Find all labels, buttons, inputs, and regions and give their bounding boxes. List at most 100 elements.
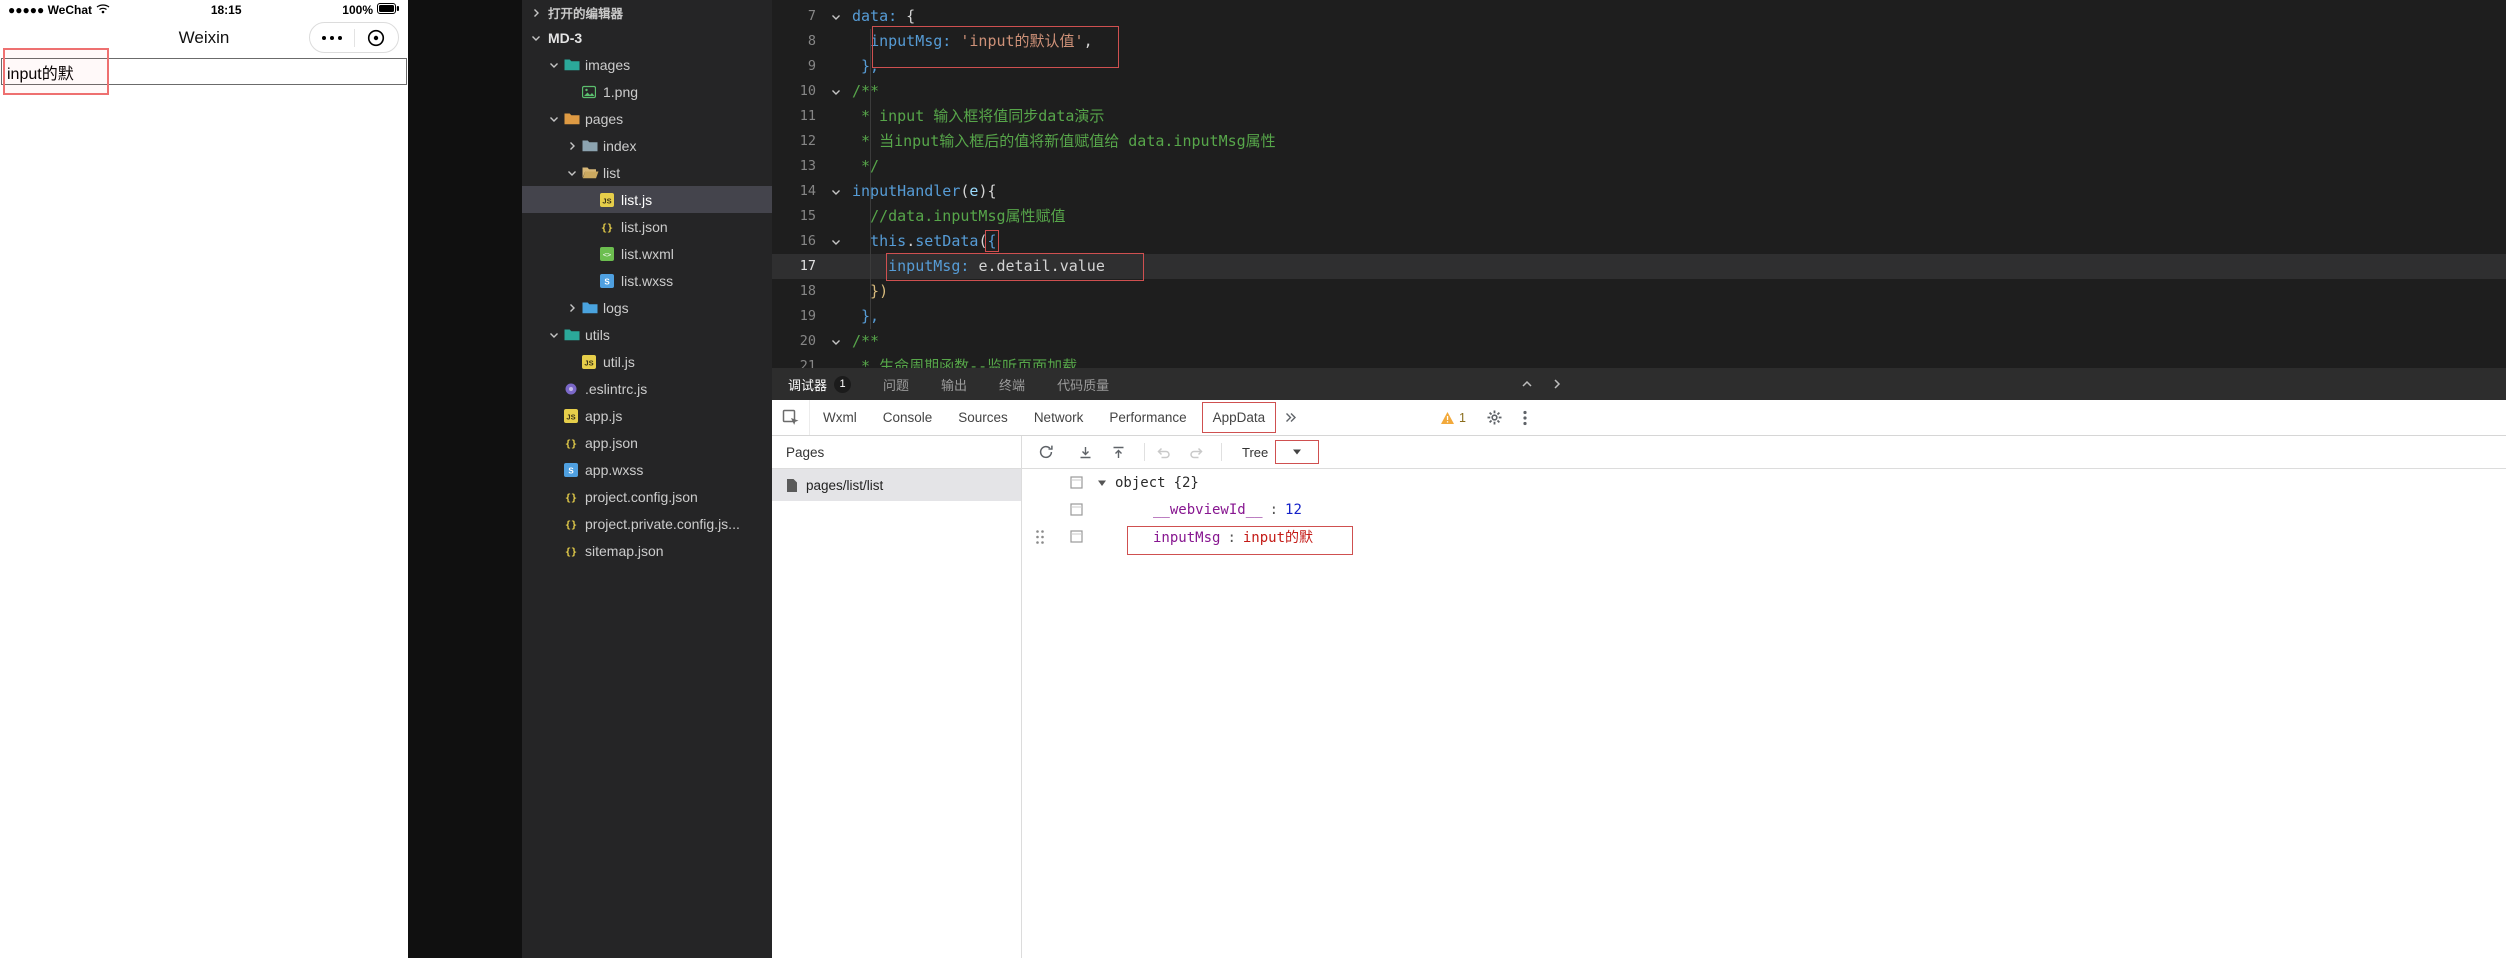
tree-item[interactable]: <>list.wxml [522,240,772,267]
collapse-all-icon[interactable] [1111,445,1126,460]
code-line-9[interactable]: 9 }, [772,54,2506,79]
line-number[interactable]: 18 [772,279,820,304]
devtools-tab-wxml[interactable]: Wxml [810,400,870,435]
tree-item[interactable]: JSapp.js [522,402,772,429]
chevron-right-icon[interactable] [530,7,546,19]
code-line-15[interactable]: 15 //data.inputMsg属性赋值 [772,204,2506,229]
line-number[interactable]: 13 [772,154,820,179]
tree-item[interactable]: index [522,132,772,159]
tree-item[interactable]: 1.png [522,78,772,105]
code-line-12[interactable]: 12 * 当input输入框后的值将新值赋值给 data.inputMsg属性 [772,129,2506,154]
line-number[interactable]: 21 [772,354,820,368]
tree-item[interactable]: Slist.wxss [522,267,772,294]
refresh-icon[interactable] [1038,444,1054,460]
demo-input-field[interactable] [1,58,407,85]
tree-item[interactable]: logs [522,294,772,321]
code-line-20[interactable]: 20/** [772,329,2506,354]
line-number[interactable]: 15 [772,204,820,229]
warnings-indicator[interactable]: 1 [1440,411,1466,425]
edit-value-icon[interactable] [1070,530,1083,543]
devtools-tab-sources[interactable]: Sources [945,400,1021,435]
tree-item[interactable]: {}app.json [522,429,772,456]
line-number[interactable]: 17 [772,254,820,279]
debugbar-tab-终端[interactable]: 终端 [983,368,1041,400]
devtools-tab-network[interactable]: Network [1021,400,1097,435]
chevron-right-icon[interactable] [566,302,582,314]
line-number[interactable]: 14 [772,179,820,204]
panel-chevron-right-icon[interactable] [1550,377,1564,391]
code-editor[interactable]: 7data: {8 inputMsg: 'input的默认值',9 },10/*… [772,0,2506,368]
more-tabs-icon[interactable] [1278,411,1303,424]
chevron-down-icon[interactable] [548,113,564,125]
tree-item[interactable]: {}project.private.config.js... [522,510,772,537]
tree-item[interactable]: list [522,159,772,186]
tree-item[interactable]: images [522,51,772,78]
line-number[interactable]: 20 [772,329,820,354]
fold-chevron-icon[interactable] [820,4,852,29]
code-line-11[interactable]: 11 * input 输入框将值同步data演示 [772,104,2506,129]
line-number[interactable]: 12 [772,129,820,154]
chevron-down-icon[interactable] [566,167,582,179]
line-number[interactable]: 16 [772,229,820,254]
drag-handle-icon[interactable] [1035,529,1045,545]
tree-mode-dropdown[interactable] [1276,441,1318,463]
line-number[interactable]: 10 [772,79,820,104]
tree-item[interactable]: {}project.config.json [522,483,772,510]
code-line-10[interactable]: 10/** [772,79,2506,104]
expander-icon[interactable] [1097,478,1107,488]
settings-gear-icon[interactable] [1486,409,1503,426]
close-miniprogram-button[interactable] [355,23,399,52]
appdata-row[interactable]: __webviewId__:12 [1022,496,2506,523]
tree-item[interactable]: pages [522,105,772,132]
debugbar-tab-问题[interactable]: 问题 [867,368,925,400]
chevron-right-icon[interactable] [566,140,582,152]
code-line-18[interactable]: 18 }) [772,279,2506,304]
kebab-menu-icon[interactable] [1523,410,1527,426]
expand-all-icon[interactable] [1078,445,1093,460]
pages-list-item[interactable]: pages/list/list [772,469,1021,501]
tree-item[interactable]: .eslintrc.js [522,375,772,402]
appdata-row[interactable]: object{2} [1022,469,2506,496]
edit-value-icon[interactable] [1070,476,1083,489]
code-line-7[interactable]: 7data: { [772,4,2506,29]
code-line-8[interactable]: 8 inputMsg: 'input的默认值', [772,29,2506,54]
edit-value-icon[interactable] [1070,503,1083,516]
fold-chevron-icon[interactable] [820,329,852,354]
code-line-19[interactable]: 19 }, [772,304,2506,329]
tree-item[interactable]: {}sitemap.json [522,537,772,564]
tree-item[interactable]: 打开的编辑器 [522,0,772,25]
tree-item[interactable]: utils [522,321,772,348]
debugbar-tab-调试器[interactable]: 调试器1 [772,368,867,400]
appdata-row[interactable]: inputMsg:input的默 [1022,523,2506,550]
line-number[interactable]: 19 [772,304,820,329]
fold-chevron-icon[interactable] [820,179,852,204]
chevron-down-icon[interactable] [548,329,564,341]
devtools-tab-appdata[interactable]: AppData [1200,400,1279,435]
tree-item[interactable]: JSutil.js [522,348,772,375]
line-number[interactable]: 8 [772,29,820,54]
tree-item[interactable]: {}list.json [522,213,772,240]
tree-item[interactable]: JSlist.js [522,186,772,213]
code-line-13[interactable]: 13 */ [772,154,2506,179]
code-line-16[interactable]: 16 this.setData({ [772,229,2506,254]
devtools-tab-performance[interactable]: Performance [1096,400,1199,435]
line-number[interactable]: 9 [772,54,820,79]
inspect-element-icon[interactable] [772,400,810,435]
code-line-17[interactable]: 17 inputMsg: e.detail.value [772,254,2506,279]
more-menu-button[interactable] [310,23,354,52]
code-line-14[interactable]: 14inputHandler(e){ [772,179,2506,204]
devtools-tab-console[interactable]: Console [870,400,946,435]
collapse-panel-icon[interactable] [1520,377,1534,391]
debugbar-tab-代码质量[interactable]: 代码质量 [1041,368,1125,400]
line-number[interactable]: 7 [772,4,820,29]
debugbar-tab-label: 调试器 [788,375,827,394]
fold-chevron-icon[interactable] [820,229,852,254]
fold-chevron-icon[interactable] [820,79,852,104]
tree-item[interactable]: Sapp.wxss [522,456,772,483]
tree-item[interactable]: MD-3 [522,25,772,51]
debugbar-tab-输出[interactable]: 输出 [925,368,983,400]
code-line-21[interactable]: 21 * 生命周期函数--监听页面加载 [772,354,2506,368]
chevron-down-icon[interactable] [530,32,546,44]
chevron-down-icon[interactable] [548,59,564,71]
line-number[interactable]: 11 [772,104,820,129]
